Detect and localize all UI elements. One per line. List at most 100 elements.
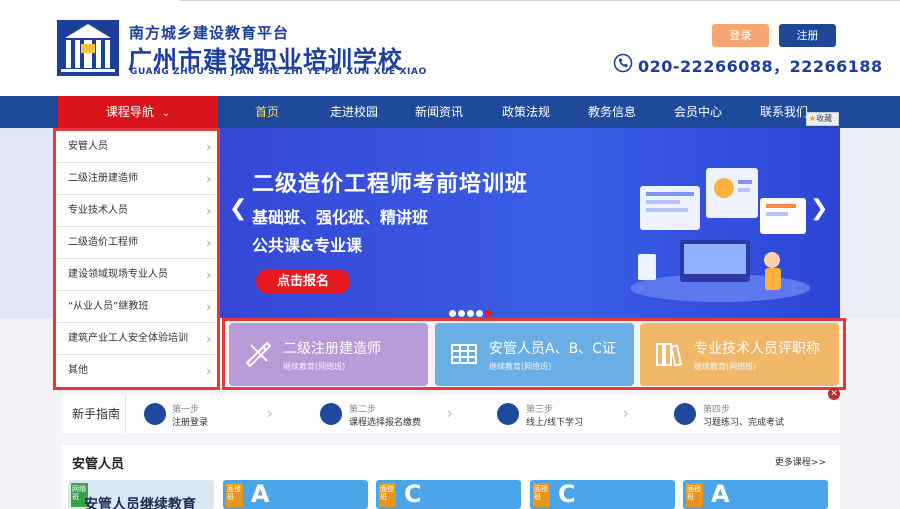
sidebar-item-technical-staff[interactable]: 专业技术人员 › [56,195,217,227]
chevron-right-icon: › [206,204,211,218]
sidebar-item-label: 二级注册建造师 [68,173,138,184]
course-thumbnail[interactable]: 面授班 C [530,480,675,509]
step-number: 第一步 [172,405,200,415]
favorite-label: 收藏 [816,114,833,123]
user-icon [144,403,166,425]
section-title: 安管人员 [72,457,125,472]
banner-dot[interactable] [449,310,456,317]
sidebar-item-cost-engineer[interactable]: 二级造价工程师 › [56,227,217,259]
chevron-right-icon: › [206,332,211,346]
course-nav-label: 课程导航 [105,105,154,119]
course-grade-letter: A [251,480,270,508]
course-thumbnail[interactable]: 面授班 A [683,480,828,509]
nav-campus[interactable]: 走进校园 [330,96,378,128]
sidebar-item-label: 建设领域现场专业人员 [68,269,168,280]
card-subtitle: 继续教育(网络班) [283,362,346,371]
close-icon[interactable]: ✕ [828,388,840,400]
guide-label: 新手指南 [72,395,126,433]
beginner-guide: 新手指南 第一步 注册登录 › 第二步 课程选择报名缴费 › 第三步 线上/线下… [62,395,840,433]
course-badge: 面授班 [226,483,243,507]
step-number: 第三步 [526,405,554,415]
card-safety-abc[interactable]: 安管人员A、B、C证 继续教育(网络班) [435,323,634,386]
course-badge: 面授班 [686,483,703,507]
banner-dot-active[interactable] [485,310,492,317]
hero-banner[interactable]: 二级造价工程师考前培训班 基础班、强化班、精讲班 公共课&专业课 点击报名 ❮ … [220,128,840,318]
school-logo-icon[interactable] [57,20,119,76]
step-number: 第二步 [349,405,377,415]
ruler-pencil-icon [245,341,272,368]
course-grade-letter: C [558,480,576,508]
course-thumb-text: 安管人员继续教育 [84,497,196,509]
course-category-sidebar: 安管人员 › 二级注册建造师 › 专业技术人员 › 二级造价工程师 › 建设领域现场专业… [53,128,220,390]
banner-prev-arrow-icon[interactable]: ❮ [229,196,247,221]
school-pinyin: GUANG ZHOU SHI JIAN SHE ZHI YE PEI XUN X… [130,67,427,77]
more-courses-link[interactable]: 更多课程>> [775,455,826,468]
chevron-right-icon: › [206,236,211,250]
course-badge: 面授班 [379,483,396,507]
banner-signup-button[interactable]: 点击报名 [256,269,350,294]
banner-dot[interactable] [476,310,483,317]
step-description[interactable]: 习题练习、完成考试 [703,415,784,428]
card-subtitle: 继续教育(网络班) [694,362,757,371]
chevron-right-icon: › [206,140,211,154]
online-learning-illustration-icon [630,168,810,302]
chevron-down-icon: ⌄ [161,108,171,119]
chevron-right-icon: › [446,403,454,424]
sidebar-item-other[interactable]: 其他 › [56,355,217,387]
sidebar-item-label: 建筑产业工人安全体验培训 [68,333,188,344]
chevron-right-icon: › [206,364,211,378]
phone-icon [613,53,633,73]
step-number: 第四步 [703,405,731,415]
top-border [180,0,900,1]
banner-dot[interactable] [467,310,474,317]
nav-academic[interactable]: 教务信息 [588,96,636,128]
hotline-number: 020-22266088，22266188 [638,57,883,76]
books-icon [656,343,683,367]
page: 南方城乡建设教育平台 广州市建设职业培训学校 GUANG ZHOU SHI JI… [0,0,900,509]
nav-news[interactable]: 新闻资讯 [415,96,463,128]
card-title-evaluation[interactable]: 专业技术人员评职称 继续教育(网络班) [640,323,839,386]
exam-pencil-icon [674,403,696,425]
sidebar-item-constructor[interactable]: 二级注册建造师 › [56,163,217,195]
course-thumbnail[interactable]: 面授班 A [223,480,368,509]
card-constructor-cpd[interactable]: 二级注册建造师 继续教育(网络班) [229,323,428,386]
nav-home[interactable]: 首页 [255,96,279,128]
course-nav-dropdown[interactable]: 课程导航 ⌄ [58,96,218,128]
sidebar-item-safety-experience[interactable]: 建筑产业工人安全体验培训 › [56,323,217,355]
chevron-right-icon: › [206,172,211,186]
course-grade-letter: A [711,480,730,508]
sidebar-item-label: 二级造价工程师 [68,237,138,248]
sidebar-item-label: 专业技术人员 [68,205,128,216]
scaffold-icon [451,344,477,364]
banner-title: 二级造价工程师考前培训班 [252,172,529,197]
nav-member-center[interactable]: 会员中心 [674,96,722,128]
nav-contact[interactable]: 联系我们 [760,96,808,128]
sidebar-item-practitioners[interactable]: “从业人员”继教班 › [56,291,217,323]
sidebar-item-label: “从业人员”继教班 [68,301,149,312]
banner-dot[interactable] [458,310,465,317]
card-title: 专业技术人员评职称 [694,341,820,357]
step-description[interactable]: 线上/线下学习 [526,415,583,428]
sidebar-item-safety-managers[interactable]: 安管人员 › [56,131,217,163]
chevron-right-icon: › [622,403,630,424]
card-title: 安管人员A、B、C证 [489,341,616,357]
nav-policy[interactable]: 政策法规 [502,96,550,128]
sidebar-item-site-professionals[interactable]: 建设领域现场专业人员 › [56,259,217,291]
login-button[interactable]: 登录 [712,24,769,47]
banner-subtitle-1: 基础班、强化班、精讲班 [252,208,429,227]
course-thumbnail[interactable]: 面授班 C [376,480,521,509]
register-button[interactable]: 注册 [779,24,836,47]
study-icon [497,403,519,425]
card-subtitle: 继续教育(网络班) [489,362,552,371]
step-description[interactable]: 课程选择报名缴费 [349,415,421,428]
favorite-button[interactable]: ★收藏 [806,112,839,126]
sidebar-item-label: 其他 [68,365,88,376]
card-title: 二级注册建造师 [283,341,381,357]
chevron-right-icon: › [206,268,211,282]
cart-icon [320,403,342,425]
course-thumbnail[interactable]: 网络班 安管人员继续教育 [68,480,214,509]
step-description[interactable]: 注册登录 [172,415,208,428]
course-badge: 面授班 [533,483,550,507]
chevron-right-icon: › [266,403,274,424]
sidebar-item-label: 安管人员 [68,141,108,152]
